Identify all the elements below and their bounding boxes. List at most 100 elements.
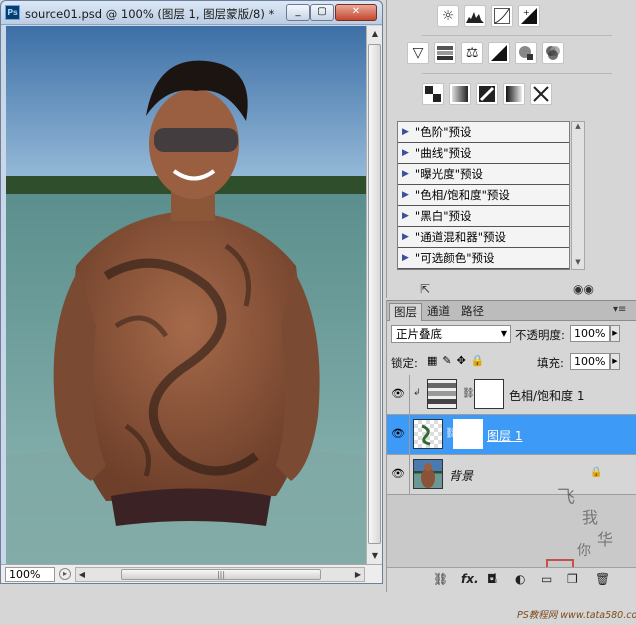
tab-layers[interactable]: 图层 — [389, 303, 422, 321]
expand-triangle-icon[interactable]: ▶ — [402, 185, 409, 205]
layer-name[interactable]: 色相/饱和度 1 — [509, 387, 585, 404]
vibrance-icon[interactable]: ▽ — [407, 42, 429, 64]
channel-mixer-icon[interactable] — [542, 42, 564, 64]
threshold-icon[interactable] — [476, 83, 498, 105]
selective-color-icon[interactable] — [530, 83, 552, 105]
preset-exposure[interactable]: ▶ "曝光度"预设 — [398, 164, 569, 185]
preset-curves[interactable]: ▶ "曲线"预设 — [398, 143, 569, 164]
document-title: source01.psd @ 100% (图层 1, 图层蒙版/8) * — [25, 7, 275, 21]
document-status-bar: 100% ▸ ◀ ||| ▶ — [1, 564, 382, 583]
layer-name[interactable]: 背景 — [449, 467, 473, 484]
group-icon[interactable]: ▭ — [541, 572, 552, 586]
fill-slider-arrow-icon[interactable]: ▶ — [610, 353, 620, 370]
document-window: Ps source01.psd @ 100% (图层 1, 图层蒙版/8) * … — [0, 0, 383, 584]
hue-saturation-icon[interactable] — [434, 42, 456, 64]
adjustment-presets-list: ▶ "色阶"预设 ▶ "曲线"预设 ▶ "曝光度"预设 ▶ "色相/饱和度"预设 ▶ "黑… — [397, 121, 570, 270]
eye-icon[interactable]: 👁 — [391, 387, 405, 401]
lock-label: 锁定: — [391, 356, 418, 370]
layer-row-hue-saturation[interactable]: 👁 ↲ ⛓ 色相/饱和度 1 — [387, 375, 636, 415]
expand-triangle-icon[interactable]: ▶ — [402, 164, 409, 184]
scroll-down-icon[interactable]: ▼ — [572, 258, 584, 266]
layers-list: 👁 ↲ ⛓ 色相/饱和度 1 👁 ⛓ 图层 1 👁 背景 🔒 飞 我 华 你 P… — [387, 375, 636, 621]
scroll-down-icon[interactable]: ▼ — [368, 548, 382, 563]
expand-triangle-icon[interactable]: ▶ — [402, 206, 409, 226]
expand-triangle-icon[interactable]: ▶ — [402, 143, 409, 163]
opacity-label: 不透明度: — [515, 328, 565, 342]
lock-position-icon[interactable]: ✥ — [457, 354, 466, 367]
close-button[interactable]: ✕ — [335, 4, 377, 21]
layers-bottom-toolbar: ⛓ fx. ◘ ☝ ◐ ▭ ❐ 🗑 — [387, 567, 636, 593]
levels-icon[interactable] — [464, 5, 486, 27]
preset-channel-mixer[interactable]: ▶ "通道混和器"预设 — [398, 227, 569, 248]
svg-text:我: 我 — [582, 508, 598, 527]
clip-arrow-icon: ↲ — [413, 388, 421, 398]
photo-man-with-dragon-tattoo — [6, 26, 366, 564]
lock-transparency-icon[interactable]: ▦ — [427, 354, 437, 367]
return-to-list-icon[interactable]: ⇱ — [420, 282, 430, 296]
scroll-left-icon[interactable]: ◀ — [76, 568, 88, 581]
preset-levels[interactable]: ▶ "色阶"预设 — [398, 122, 569, 143]
preset-hue-saturation[interactable]: ▶ "色相/饱和度"预设 — [398, 185, 569, 206]
zoom-field[interactable]: 100% — [5, 567, 55, 582]
fill-field[interactable]: 100% — [570, 353, 610, 370]
blend-mode-value: 正片叠底 — [396, 327, 442, 341]
trash-icon[interactable]: 🗑 — [595, 572, 610, 586]
clip-to-layer-icon[interactable]: ◉◉ — [573, 282, 594, 296]
expand-triangle-icon[interactable]: ▶ — [402, 122, 409, 142]
svg-text:+: + — [523, 8, 530, 17]
opacity-field[interactable]: 100% — [570, 325, 610, 342]
color-balance-icon[interactable]: ⚖ — [461, 42, 483, 64]
horizontal-scroll-thumb[interactable]: ||| — [121, 569, 321, 580]
adjustment-thumbnail[interactable] — [427, 379, 457, 409]
panel-menu-icon[interactable]: ▾≡ — [613, 304, 626, 315]
tab-paths[interactable]: 路径 — [457, 303, 488, 321]
eye-icon[interactable]: 👁 — [391, 467, 405, 481]
lock-pixels-icon[interactable]: ✎ — [442, 354, 451, 367]
opacity-slider-arrow-icon[interactable]: ▶ — [610, 325, 620, 342]
image-canvas[interactable] — [6, 26, 366, 564]
document-titlebar[interactable]: Ps source01.psd @ 100% (图层 1, 图层蒙版/8) * … — [1, 1, 382, 25]
black-white-icon[interactable] — [488, 42, 510, 64]
layer-row-layer-1[interactable]: 👁 ⛓ 图层 1 — [387, 415, 636, 455]
preset-black-white[interactable]: ▶ "黑白"预设 — [398, 206, 569, 227]
photoshop-logo: Ps — [5, 5, 20, 20]
vertical-scroll-thumb[interactable] — [368, 44, 381, 544]
curves-icon[interactable] — [491, 5, 513, 27]
expand-triangle-icon[interactable]: ▶ — [402, 227, 409, 247]
exposure-icon[interactable]: + — [518, 5, 540, 27]
layer-thumbnail[interactable] — [413, 459, 443, 489]
layers-panel: 图层 通道 路径 ▾≡ 正片叠底 ▼ 不透明度: 100% ▶ 锁定: ▦ ✎ … — [386, 300, 636, 621]
posterize-icon[interactable] — [449, 83, 471, 105]
preset-selective-color[interactable]: ▶ "可选颜色"预设 — [398, 248, 569, 269]
scroll-up-icon[interactable]: ▲ — [368, 26, 382, 41]
expand-triangle-icon[interactable]: ▶ — [402, 248, 409, 268]
layer-thumbnail[interactable] — [413, 419, 443, 449]
svg-text:华: 华 — [597, 530, 613, 549]
horizontal-scrollbar[interactable]: ◀ ||| ▶ — [75, 567, 365, 582]
invert-icon[interactable] — [422, 83, 444, 105]
minimize-button[interactable]: _ — [286, 4, 310, 21]
lock-icon: 🔒 — [590, 467, 603, 478]
photo-filter-icon[interactable] — [515, 42, 537, 64]
mask-thumbnail[interactable] — [474, 379, 504, 409]
new-layer-icon[interactable]: ❐ — [567, 572, 578, 586]
lock-all-icon[interactable]: 🔒 — [471, 354, 485, 367]
scroll-up-icon[interactable]: ▲ — [572, 122, 584, 130]
blend-mode-select[interactable]: 正片叠底 ▼ — [391, 325, 511, 343]
layer-row-background[interactable]: 👁 背景 🔒 — [387, 455, 636, 495]
brightness-icon[interactable]: ☼ — [437, 5, 459, 27]
presets-scrollbar[interactable]: ▲ ▼ — [571, 121, 585, 270]
adjustment-layer-icon[interactable]: ◐ — [515, 572, 525, 586]
scroll-right-icon[interactable]: ▶ — [352, 568, 364, 581]
link-icon[interactable]: ⛓ — [462, 388, 475, 399]
eye-icon[interactable]: 👁 — [391, 427, 405, 441]
gradient-map-icon[interactable] — [503, 83, 525, 105]
fx-icon[interactable]: fx. — [461, 572, 479, 586]
link-icon[interactable]: ⛓ — [433, 572, 448, 586]
vertical-scrollbar[interactable]: ▲ ▼ — [366, 26, 382, 564]
status-menu-icon[interactable]: ▸ — [59, 568, 71, 580]
maximize-button[interactable]: ▢ — [310, 4, 334, 21]
mask-thumbnail[interactable] — [453, 419, 483, 449]
tab-channels[interactable]: 通道 — [423, 303, 454, 321]
layer-name[interactable]: 图层 1 — [487, 427, 522, 444]
